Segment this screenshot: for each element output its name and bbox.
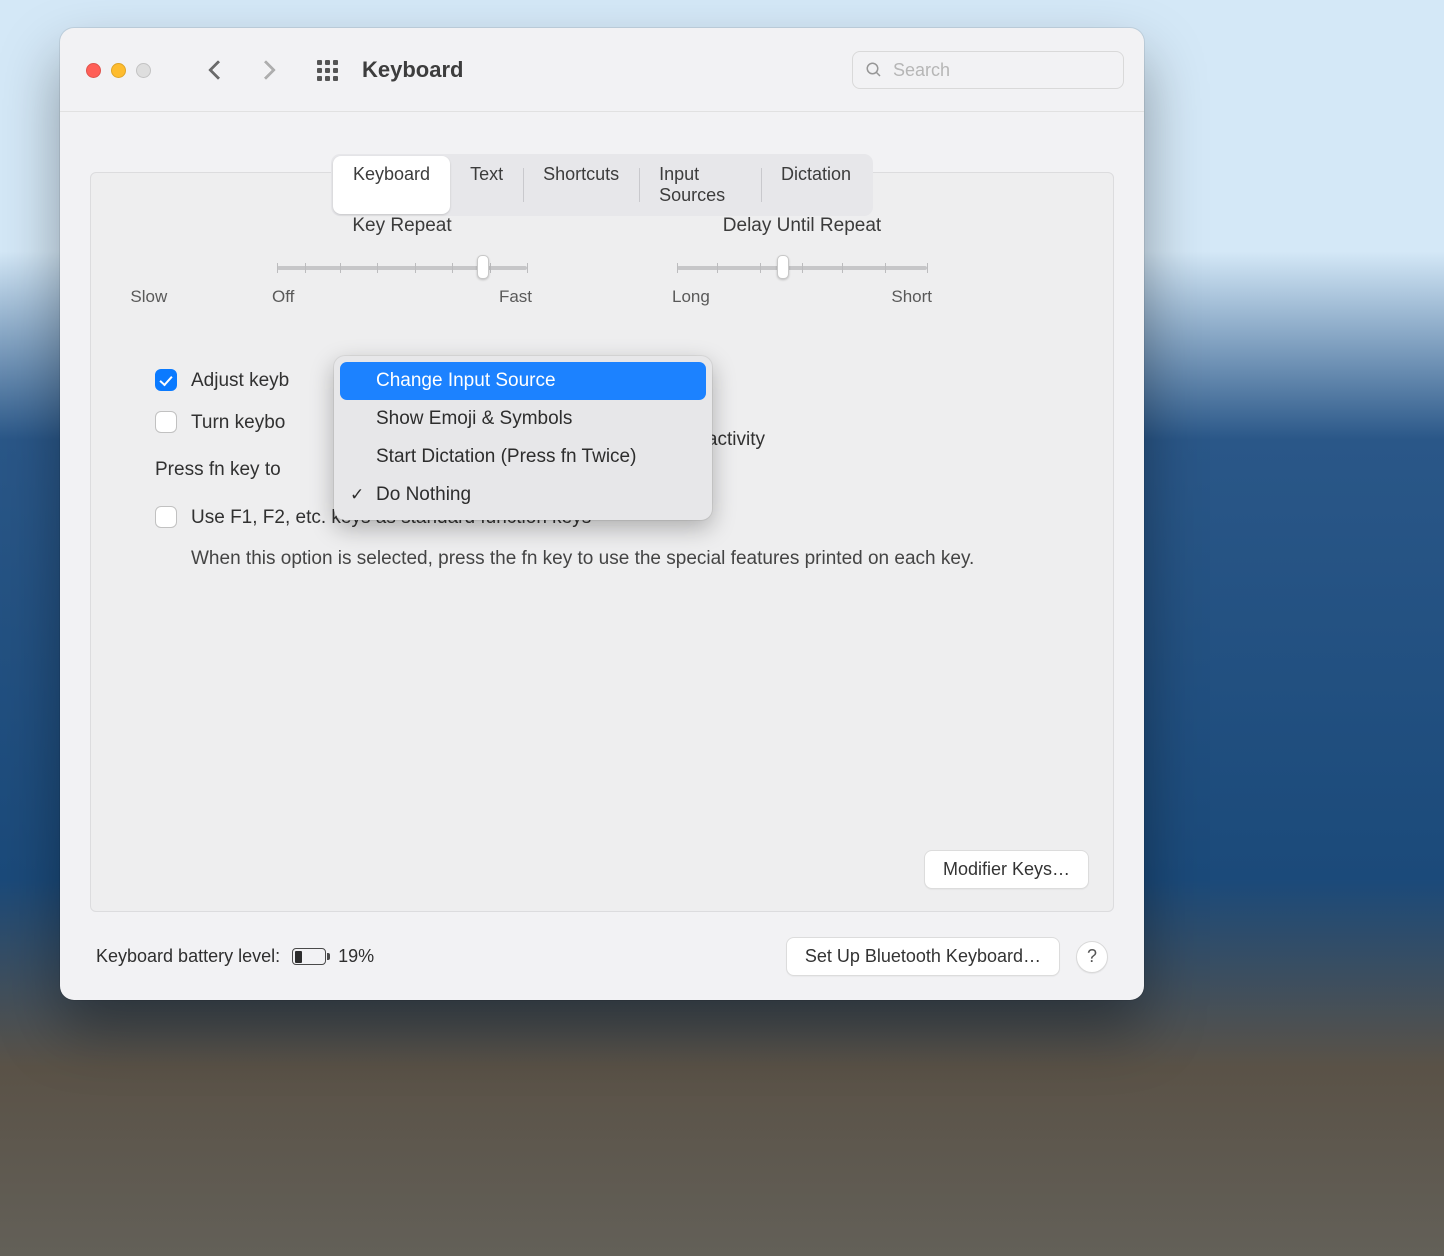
nav-forward-button xyxy=(256,60,276,80)
window-controls xyxy=(86,63,151,78)
key-repeat-slow-label: Slow xyxy=(130,287,167,307)
delay-label: Delay Until Repeat xyxy=(723,215,881,237)
window-content: Keyboard Text Shortcuts Input Sources Di… xyxy=(60,112,1144,1000)
tab-shortcuts[interactable]: Shortcuts xyxy=(523,156,639,214)
nav-back-button[interactable] xyxy=(208,60,228,80)
modifier-keys-button[interactable]: Modifier Keys… xyxy=(924,850,1089,889)
window-minimize-button[interactable] xyxy=(111,63,126,78)
search-icon xyxy=(865,61,883,79)
turn-off-checkbox[interactable] xyxy=(155,411,177,433)
adjust-brightness-checkbox[interactable] xyxy=(155,369,177,391)
window-zoom-button xyxy=(136,63,151,78)
delay-short-label: Short xyxy=(891,287,932,307)
key-repeat-block: Key Repeat Off xyxy=(272,215,532,307)
window-footer: Keyboard battery level: 19% Set Up Bluet… xyxy=(96,937,1108,976)
sliders-group: Key Repeat Off xyxy=(91,215,1113,307)
fn-action-menu[interactable]: Change Input Source Show Emoji & Symbols… xyxy=(334,356,712,520)
fn-menu-change-input-source[interactable]: Change Input Source xyxy=(340,362,706,400)
fn-menu-do-nothing[interactable]: ✓Do Nothing xyxy=(340,476,706,514)
key-repeat-label: Key Repeat xyxy=(352,215,451,237)
bluetooth-setup-button[interactable]: Set Up Bluetooth Keyboard… xyxy=(786,937,1060,976)
help-button[interactable]: ? xyxy=(1076,941,1108,973)
key-repeat-thumb[interactable] xyxy=(477,255,489,279)
tab-dictation[interactable]: Dictation xyxy=(761,156,871,214)
search-placeholder: Search xyxy=(893,60,950,81)
tab-input-sources[interactable]: Input Sources xyxy=(639,156,761,214)
tab-text[interactable]: Text xyxy=(450,156,523,214)
turn-off-label: Turn keybo xyxy=(191,409,285,437)
settings-panel: Key Repeat Off xyxy=(90,172,1114,912)
tab-bar: Keyboard Text Shortcuts Input Sources Di… xyxy=(331,154,873,216)
delay-thumb[interactable] xyxy=(777,255,789,279)
nav-buttons xyxy=(211,63,273,77)
window-title: Keyboard xyxy=(362,57,463,83)
adjust-brightness-label: Adjust keyb xyxy=(191,367,289,395)
fn-menu-show-emoji[interactable]: Show Emoji & Symbols xyxy=(340,400,706,438)
preferences-window: Keyboard Search Keyboard Text Shortcuts … xyxy=(60,28,1144,1000)
window-titlebar: Keyboard Search xyxy=(60,28,1144,112)
key-repeat-slider[interactable] xyxy=(277,263,527,271)
battery-percent: 19% xyxy=(338,946,374,967)
search-input[interactable]: Search xyxy=(852,51,1124,89)
battery-label: Keyboard battery level: xyxy=(96,946,280,967)
show-all-icon[interactable] xyxy=(317,60,338,81)
press-fn-label: Press fn key to xyxy=(155,459,281,480)
delay-block: Delay Until Repeat Long Sh xyxy=(672,215,932,307)
tab-keyboard[interactable]: Keyboard xyxy=(333,156,450,214)
key-repeat-fast-label: Fast xyxy=(499,287,532,307)
delay-long-label: Long xyxy=(672,287,710,307)
key-repeat-off-label: Off xyxy=(272,287,294,307)
use-fkeys-checkbox[interactable] xyxy=(155,506,177,528)
delay-slider[interactable] xyxy=(677,263,927,271)
battery-icon xyxy=(292,948,326,965)
window-close-button[interactable] xyxy=(86,63,101,78)
fn-menu-start-dictation[interactable]: Start Dictation (Press fn Twice) xyxy=(340,438,706,476)
use-fkeys-explain: When this option is selected, press the … xyxy=(191,545,1021,573)
checkmark-icon: ✓ xyxy=(350,485,364,505)
